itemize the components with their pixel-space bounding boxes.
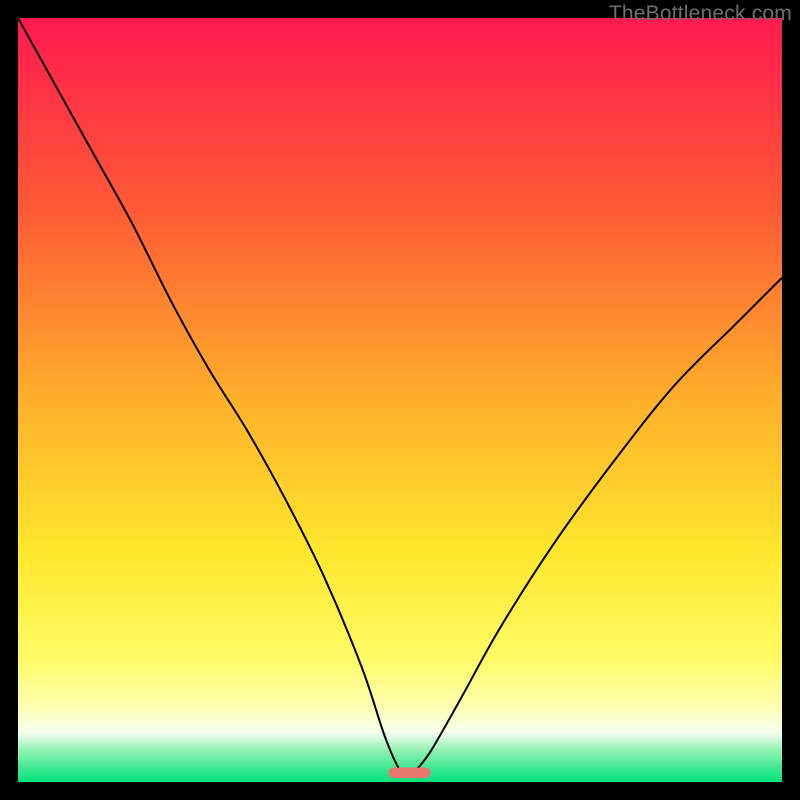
chart-frame: TheBottleneck.com	[0, 0, 800, 800]
watermark-text: TheBottleneck.com	[609, 2, 792, 26]
bottleneck-chart-svg	[18, 18, 782, 782]
optimum-marker	[389, 767, 431, 778]
plot-area	[18, 18, 782, 782]
gradient-background	[18, 18, 782, 782]
